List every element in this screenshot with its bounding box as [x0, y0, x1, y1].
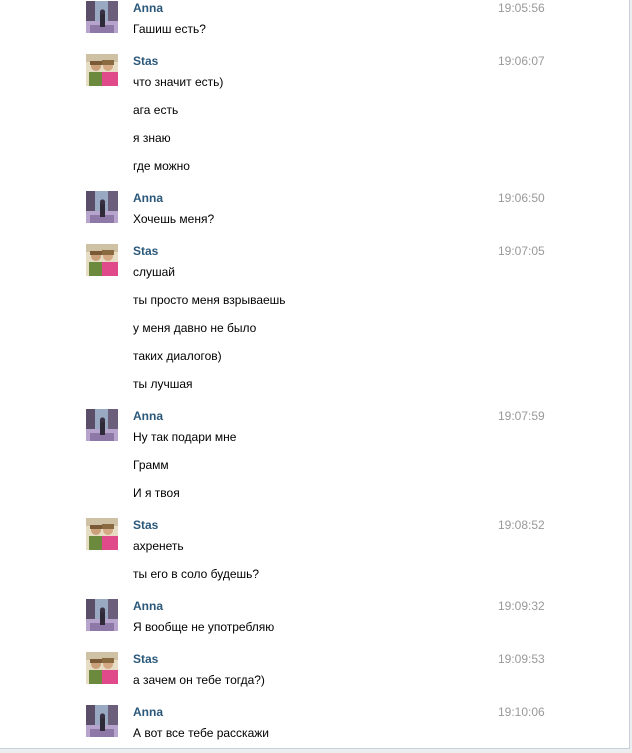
- message-text: что значит есть): [133, 75, 224, 89]
- message-timestamp: 19:06:50: [498, 191, 545, 205]
- stas-avatar[interactable]: [86, 518, 118, 550]
- anna-avatar[interactable]: [86, 191, 118, 223]
- anna-avatar[interactable]: [86, 409, 118, 441]
- message-text: ага есть: [133, 103, 179, 117]
- message-text: таких диалогов): [133, 349, 222, 363]
- message-text: И я твоя: [133, 486, 180, 500]
- message-author-link[interactable]: Anna: [133, 705, 163, 720]
- message-author-link[interactable]: Stas: [133, 518, 158, 533]
- message-timestamp: 19:06:07: [498, 54, 545, 68]
- message-author-link[interactable]: Stas: [133, 652, 158, 667]
- anna-avatar[interactable]: [86, 705, 118, 737]
- stas-avatar[interactable]: [86, 652, 118, 684]
- message-author-link[interactable]: Anna: [133, 409, 163, 424]
- message-text: где можно: [133, 159, 190, 173]
- stas-avatar[interactable]: [86, 54, 118, 86]
- message-text: я знаю: [133, 131, 171, 145]
- message-author-link[interactable]: Stas: [133, 54, 158, 69]
- message-timestamp: 19:10:06: [498, 705, 545, 719]
- message-text: ты просто меня взрываешь: [133, 293, 286, 307]
- anna-avatar[interactable]: [86, 1, 118, 33]
- message-timestamp: 19:09:53: [498, 652, 545, 666]
- message-timestamp: 19:07:59: [498, 409, 545, 423]
- message-author-link[interactable]: Anna: [133, 1, 163, 16]
- message-timestamp: 19:07:05: [498, 244, 545, 258]
- message-text: ты его в соло будешь?: [133, 567, 260, 581]
- message-author-link[interactable]: Anna: [133, 599, 163, 614]
- message-text: у меня давно не было: [133, 321, 257, 335]
- message-text: слушай: [133, 265, 176, 279]
- message-author-link[interactable]: Stas: [133, 244, 158, 259]
- message-text: ты лучшая: [133, 377, 193, 391]
- message-text: ахренеть: [133, 539, 184, 553]
- message-text: А вот все тебе расскажи: [133, 726, 269, 740]
- message-timestamp: 19:05:56: [498, 1, 545, 15]
- message-text: Ну так подари мне: [133, 430, 237, 444]
- message-author-link[interactable]: Anna: [133, 191, 163, 206]
- message-timestamp: 19:09:32: [498, 599, 545, 613]
- message-text: Хочешь меня?: [133, 212, 215, 226]
- message-text: Я вообще не употребляю: [133, 620, 275, 634]
- message-history-panel: Anna 19:05:56 Гашиш есть? Stas 19:06:07 что з…: [0, 0, 630, 749]
- message-text: Гашиш есть?: [133, 22, 206, 36]
- anna-avatar[interactable]: [86, 599, 118, 631]
- stas-avatar[interactable]: [86, 244, 118, 276]
- message-text: а зачем он тебе тогда?): [133, 673, 265, 687]
- message-timestamp: 19:08:52: [498, 518, 545, 532]
- message-text: Грамм: [133, 458, 169, 472]
